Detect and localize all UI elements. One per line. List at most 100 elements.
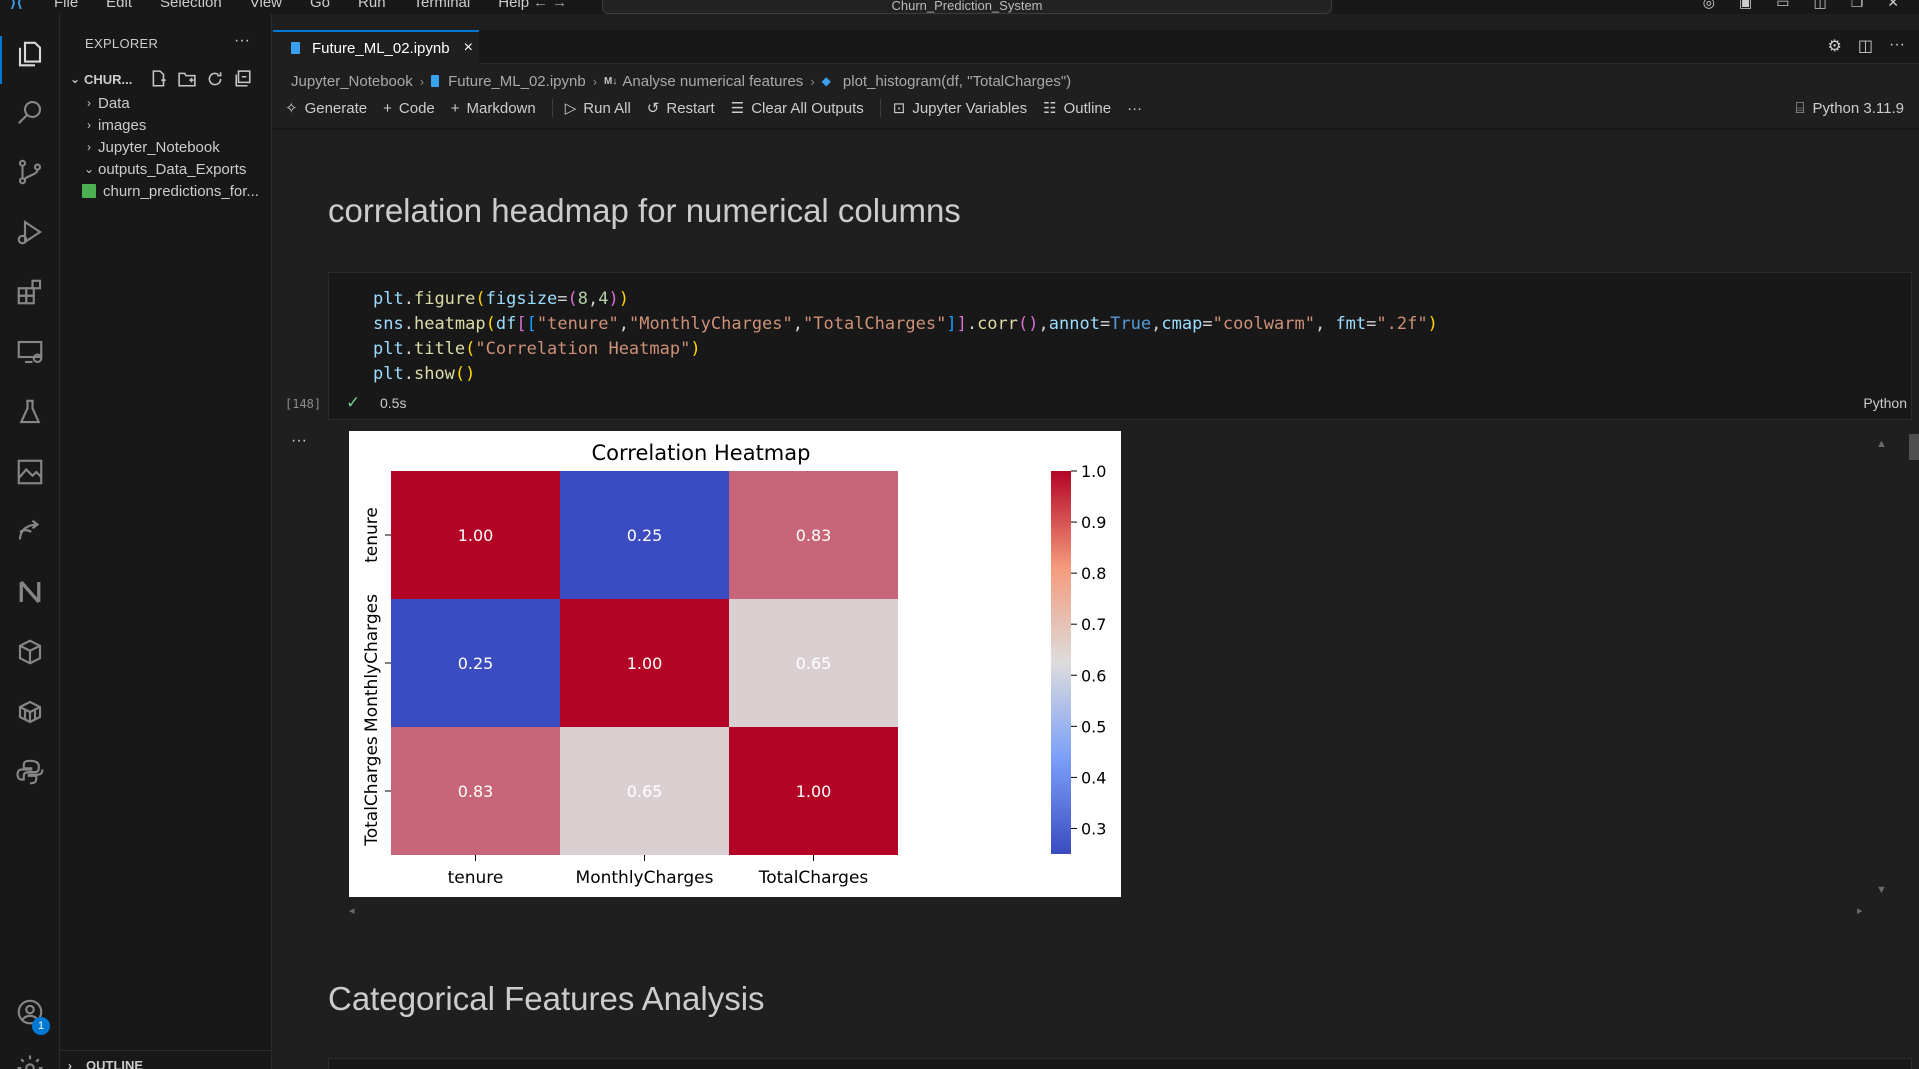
output-scroll-down-icon[interactable]: ▼ — [1876, 884, 1887, 896]
refresh-icon[interactable] — [206, 70, 224, 88]
menu-selection[interactable]: Selection — [160, 0, 222, 11]
next-code-cell[interactable] — [328, 1058, 1912, 1069]
heatmap-cell-label: 1.00 — [627, 654, 663, 673]
toolbar-more-button[interactable]: ··· — [1127, 100, 1142, 117]
outline-button[interactable]: ☷ Outline — [1043, 99, 1111, 118]
notion-icon[interactable] — [12, 574, 48, 610]
notebook-settings-icon[interactable]: ⚙ — [1828, 36, 1842, 56]
menu-run[interactable]: Run — [358, 0, 386, 11]
heatmap-cell-label: 0.25 — [458, 654, 494, 673]
colorbar-tick-label: 0.7 — [1081, 615, 1106, 634]
tree-item-data[interactable]: › Data — [80, 92, 270, 114]
breadcrumb-section[interactable]: Analyse numerical features — [622, 73, 803, 90]
package-icon[interactable] — [12, 634, 48, 670]
code-cell[interactable]: plt.figure(figsize=(8,4)) sns.heatmap(df[… — [328, 272, 1912, 420]
run-all-button[interactable]: ▷ Run All — [564, 99, 631, 118]
database-icon[interactable] — [12, 694, 48, 730]
command-center[interactable]: Churn_Prediction_System — [602, 0, 1332, 14]
workspace-root[interactable]: ⌄ CHUR... — [66, 68, 266, 90]
split-editor-icon[interactable]: ◫ — [1858, 36, 1873, 56]
menu-view[interactable]: View — [250, 0, 282, 11]
code-line-1: plt.figure(figsize=(8,4)) — [373, 289, 630, 309]
vscode-logo-icon: ⟩⟨ — [10, 0, 23, 10]
testing-icon[interactable] — [12, 394, 48, 430]
explorer-title: EXPLORER — [85, 36, 159, 51]
output-scroll-right-icon[interactable]: ▸ — [1857, 904, 1863, 917]
extensions-icon[interactable] — [12, 274, 48, 310]
tree-item-jupyter-notebook[interactable]: › Jupyter_Notebook — [80, 136, 270, 158]
collapse-all-icon[interactable] — [234, 70, 252, 88]
tree-item-images[interactable]: › images — [80, 114, 270, 136]
variables-icon: ⊡ — [892, 100, 906, 117]
output-scroll-left-icon[interactable]: ◂ — [349, 904, 355, 917]
source-control-icon[interactable] — [12, 154, 48, 190]
chevron-down-icon: ⌄ — [69, 72, 81, 86]
jupyter-variables-button[interactable]: ⊡ Jupyter Variables — [892, 99, 1028, 118]
explorer-more-button[interactable]: ··· — [234, 32, 250, 50]
python-icon[interactable] — [12, 754, 48, 790]
x-tick-label: MonthlyCharges — [576, 868, 714, 888]
close-icon[interactable]: × — [464, 39, 473, 57]
add-markdown-cell-button[interactable]: + Markdown — [451, 100, 536, 117]
run-all-label: Run All — [583, 99, 631, 117]
output-more-button[interactable]: ··· — [291, 432, 307, 450]
menu-terminal[interactable]: Terminal — [414, 0, 471, 11]
editor-actions: ⚙ ◫ ··· — [1828, 36, 1905, 56]
chevron-right-icon: › — [68, 1058, 72, 1069]
play-icon: ▷ — [564, 100, 577, 117]
colorbar-tick-label: 0.8 — [1081, 564, 1106, 583]
editor-scrollbar-thumb[interactable] — [1909, 434, 1919, 460]
restart-button[interactable]: ↺ Restart — [647, 99, 715, 118]
tree-item-outputs-data-exports[interactable]: ⌄ outputs_Data_Exports — [80, 158, 270, 180]
breadcrumb-file[interactable]: Future_ML_02.ipynb — [448, 73, 586, 90]
breadcrumb-symbol[interactable]: plot_histogram(df, "TotalCharges") — [843, 73, 1071, 90]
menu-edit[interactable]: Edit — [106, 0, 132, 11]
clear-all-outputs-button[interactable]: ☰ Clear All Outputs — [731, 99, 864, 118]
jupyter-variables-label: Jupyter Variables — [912, 99, 1028, 117]
notebook-file-icon — [431, 75, 440, 87]
add-code-cell-button[interactable]: + Code — [383, 100, 435, 117]
image-preview-icon[interactable] — [12, 454, 48, 490]
output-scroll-up-icon[interactable]: ▲ — [1876, 438, 1887, 450]
new-file-icon[interactable] — [150, 70, 168, 88]
remote-explorer-icon[interactable] — [12, 334, 48, 370]
markdown-heading-correlation[interactable]: correlation headmap for numerical column… — [328, 192, 961, 230]
restore-window-icon[interactable]: ❐ — [1851, 0, 1864, 11]
markdown-heading-categorical[interactable]: Categorical Features Analysis — [328, 980, 765, 1018]
panel-toggle-icon[interactable]: ▭ — [1776, 0, 1789, 11]
y-tick-label: tenure — [362, 507, 382, 563]
y-tick-label: TotalCharges — [362, 736, 382, 847]
toolbar-shadow — [273, 128, 1919, 131]
explorer-icon[interactable] — [12, 36, 48, 72]
tab-bar: Future_ML_02.ipynb × ⚙ ◫ ··· — [273, 30, 1919, 64]
breadcrumb-folder[interactable]: Jupyter_Notebook — [291, 73, 413, 90]
search-icon[interactable] — [12, 94, 48, 130]
code-editor[interactable]: plt.figure(figsize=(8,4)) sns.heatmap(df[… — [373, 287, 1438, 387]
cell-language-picker[interactable]: Python — [1863, 395, 1907, 411]
menu-help[interactable]: Help — [498, 0, 529, 11]
code-label: Code — [398, 99, 435, 117]
sidebar-toggle-icon[interactable]: ◫ — [1813, 0, 1826, 11]
heatmap-cell-label: 1.00 — [458, 526, 494, 545]
nav-back-forward[interactable]: ← → — [533, 0, 567, 11]
chevron-right-icon: › — [592, 73, 598, 89]
more-actions-icon[interactable]: ··· — [1889, 36, 1905, 56]
tree-item-label: Data — [98, 94, 130, 112]
tab-future-ml-02[interactable]: Future_ML_02.ipynb × — [273, 30, 479, 64]
kernel-picker[interactable]: ⌸ Python 3.11.9 — [1796, 95, 1904, 121]
new-folder-icon[interactable] — [178, 70, 196, 88]
settings-gear-icon[interactable] — [12, 1050, 48, 1069]
heatmap-cell-label: 0.25 — [627, 526, 663, 545]
menu-file[interactable]: File — [54, 0, 78, 11]
generate-button[interactable]: ✧ Generate — [285, 99, 367, 118]
layout-icon[interactable]: ▣ — [1739, 0, 1752, 11]
menu-go[interactable]: Go — [310, 0, 330, 11]
tree-item-churn-predictions[interactable]: churn_predictions_for... — [80, 180, 270, 202]
live-share-icon[interactable] — [12, 514, 48, 550]
copilot-icon[interactable]: ◎ — [1703, 0, 1715, 11]
run-debug-icon[interactable] — [12, 214, 48, 250]
colorbar — [1051, 471, 1071, 854]
explorer-tools — [150, 70, 252, 88]
outline-section[interactable]: › OUTLINE — [60, 1050, 272, 1069]
close-window-icon[interactable]: ✕ — [1887, 0, 1899, 11]
